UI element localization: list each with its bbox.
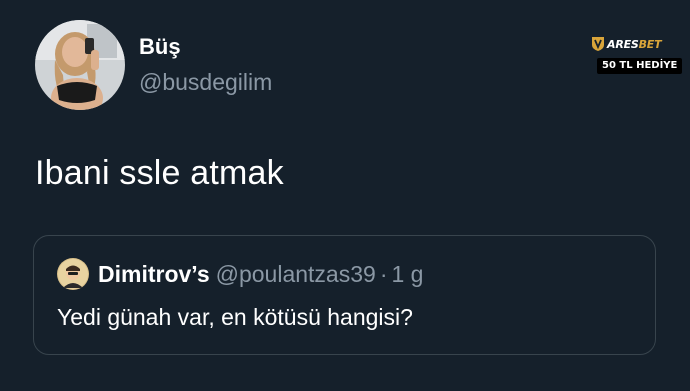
quoted-tweet[interactable]: Dimitrov’s @poulantzas39 · 1 g Yedi günah v… [33, 235, 656, 355]
sponsor-badge: 50 TL HEDİYE [597, 58, 683, 74]
author-avatar-image [35, 20, 125, 110]
sponsor-watermark: ARESBET 50 TL HEDİYE [591, 34, 683, 78]
quoted-author-avatar-image [57, 258, 89, 290]
quoted-tweet-text: Yedi günah var, en kötüsü hangisi? [57, 304, 413, 330]
sponsor-logo: ARESBET [591, 34, 671, 54]
author-avatar[interactable] [35, 20, 125, 110]
sponsor-name-primary: ARES [607, 37, 639, 51]
quoted-separator: · [379, 261, 388, 287]
sponsor-name-accent: BET [638, 37, 662, 51]
quoted-author-avatar[interactable] [57, 258, 89, 290]
quoted-author-handle[interactable]: @poulantzas39 [216, 261, 376, 287]
shield-icon [592, 37, 604, 51]
quoted-tweet-header: Dimitrov’s @poulantzas39 · 1 g [98, 260, 423, 292]
tweet-card: Büş @busdegilim ARESBET 50 TL HEDİYE Iba… [0, 0, 690, 391]
sponsor-name: ARESBET [607, 37, 662, 51]
tweet-text: Ibani ssle atmak [35, 154, 284, 192]
author-handle[interactable]: @busdegilim [139, 68, 272, 96]
author-display-name[interactable]: Büş [139, 34, 181, 60]
quoted-author-display-name[interactable]: Dimitrov’s [98, 261, 210, 287]
quoted-timestamp[interactable]: 1 g [391, 261, 423, 287]
